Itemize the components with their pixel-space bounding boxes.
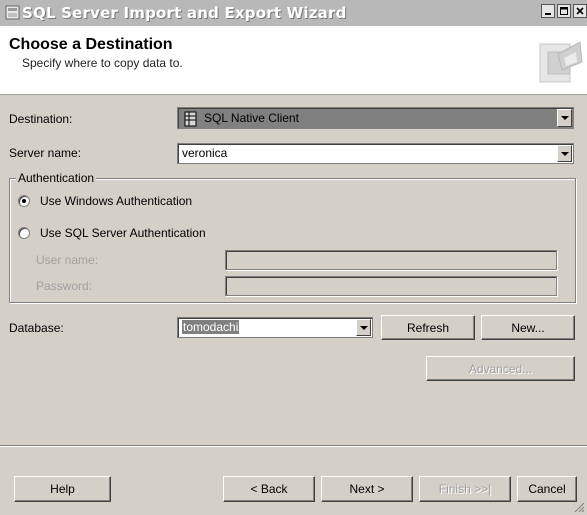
- resize-grip-icon[interactable]: [573, 501, 585, 513]
- next-button[interactable]: Next >: [321, 476, 413, 502]
- footer-separator: [0, 445, 587, 447]
- destination-value: SQL Native Client: [204, 111, 299, 125]
- advanced-button[interactable]: Advanced...: [426, 356, 575, 381]
- username-label: User name:: [36, 253, 99, 267]
- sql-auth-label[interactable]: Use SQL Server Authentication: [40, 226, 206, 240]
- cancel-button[interactable]: Cancel: [517, 476, 577, 502]
- title-bar[interactable]: SQL Server Import and Export Wizard: [0, 0, 587, 27]
- page-title: Choose a Destination: [9, 36, 173, 53]
- server-name-combo[interactable]: veronica: [177, 143, 574, 164]
- windows-auth-radio[interactable]: [18, 195, 30, 207]
- refresh-button[interactable]: Refresh: [381, 315, 475, 340]
- wizard-header: Choose a Destination Specify where to co…: [0, 26, 587, 95]
- sql-auth-radio[interactable]: [18, 227, 30, 239]
- wizard-graphic-icon: [539, 41, 583, 83]
- database-value: tomodachi: [182, 320, 240, 334]
- destination-select[interactable]: SQL Native Client: [177, 107, 574, 129]
- destination-label: Destination:: [9, 112, 73, 126]
- database-dropdown-button[interactable]: [356, 319, 371, 336]
- page-subtitle: Specify where to copy data to.: [22, 56, 183, 70]
- password-label: Password:: [36, 279, 93, 293]
- username-input[interactable]: [225, 250, 557, 270]
- database-combo[interactable]: tomodachi: [177, 317, 373, 338]
- finish-button[interactable]: Finish >>|: [419, 476, 511, 502]
- minimize-button[interactable]: [541, 4, 555, 18]
- windows-auth-label[interactable]: Use Windows Authentication: [40, 194, 192, 208]
- maximize-icon: [560, 7, 568, 15]
- back-button[interactable]: < Back: [223, 476, 315, 502]
- destination-dropdown-button[interactable]: [557, 109, 572, 127]
- maximize-button[interactable]: [557, 4, 571, 18]
- new-database-button[interactable]: New...: [481, 315, 575, 340]
- password-input[interactable]: [225, 276, 557, 296]
- server-name-value: veronica: [182, 146, 228, 160]
- close-button[interactable]: [573, 4, 587, 18]
- window-title: SQL Server Import and Export Wizard: [22, 4, 347, 22]
- close-icon: [576, 7, 584, 15]
- database-icon: [184, 111, 197, 127]
- minimize-icon: [545, 13, 551, 15]
- authentication-group-label: Authentication: [16, 171, 97, 185]
- help-button[interactable]: Help: [14, 476, 111, 502]
- app-icon: [5, 5, 20, 20]
- server-name-label: Server name:: [9, 146, 82, 160]
- server-name-dropdown-button[interactable]: [557, 145, 572, 162]
- database-label: Database:: [9, 321, 64, 335]
